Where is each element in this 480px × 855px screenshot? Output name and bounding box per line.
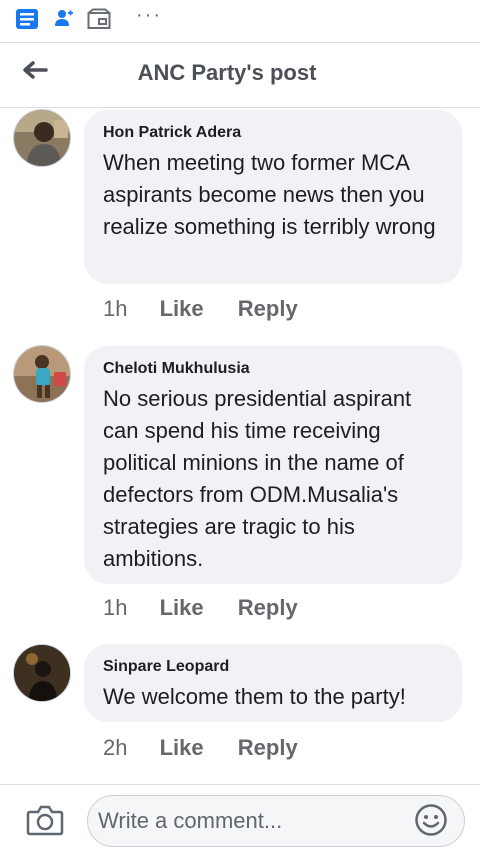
friend-requests-icon[interactable] xyxy=(54,8,74,28)
post-header: ANC Party's post xyxy=(0,43,480,108)
emoji-icon[interactable] xyxy=(414,803,448,837)
avatar[interactable] xyxy=(13,109,71,167)
comment-author[interactable]: Hon Patrick Adera xyxy=(103,124,444,142)
comment-actions: 2h Like Reply xyxy=(103,735,298,761)
comment-input[interactable] xyxy=(87,795,465,847)
feed-icon[interactable] xyxy=(15,8,39,30)
comment-actions: 1h Like Reply xyxy=(103,296,298,322)
comment-bubble: Hon Patrick Adera When meeting two forme… xyxy=(84,110,462,284)
comment-bubble: Cheloti Mukhulusia No serious presidenti… xyxy=(84,346,462,584)
more-icon[interactable]: ··· xyxy=(136,4,162,27)
comment-text: When meeting two former MCA aspirants be… xyxy=(103,150,436,239)
comment-bubble: Sinpare Leopard We welcome them to the p… xyxy=(84,644,462,722)
comment-time: 1h xyxy=(103,595,128,620)
comment-actions: 1h Like Reply xyxy=(103,595,298,621)
like-button[interactable]: Like xyxy=(160,296,204,321)
comment-text: No serious presidential aspirant can spe… xyxy=(103,386,412,571)
comment-author[interactable]: Cheloti Mukhulusia xyxy=(103,360,444,378)
page-title: ANC Party's post xyxy=(0,60,480,86)
top-nav-bar: ··· xyxy=(0,0,480,43)
reply-button[interactable]: Reply xyxy=(238,296,298,321)
comment-time: 1h xyxy=(103,296,128,321)
comments-list: Hon Patrick Adera When meeting two forme… xyxy=(0,108,480,784)
reply-button[interactable]: Reply xyxy=(238,595,298,620)
avatar[interactable] xyxy=(13,644,71,702)
camera-icon[interactable] xyxy=(26,803,64,837)
like-button[interactable]: Like xyxy=(160,595,204,620)
marketplace-icon[interactable] xyxy=(87,8,111,30)
like-button[interactable]: Like xyxy=(160,735,204,760)
comment-author[interactable]: Sinpare Leopard xyxy=(103,658,444,676)
comment-time: 2h xyxy=(103,735,128,760)
comment-text: We welcome them to the party! xyxy=(103,684,406,709)
comment-composer xyxy=(0,784,480,855)
page-title-text: ANC Party's post xyxy=(137,60,317,85)
reply-button[interactable]: Reply xyxy=(238,735,298,760)
avatar[interactable] xyxy=(13,345,71,403)
